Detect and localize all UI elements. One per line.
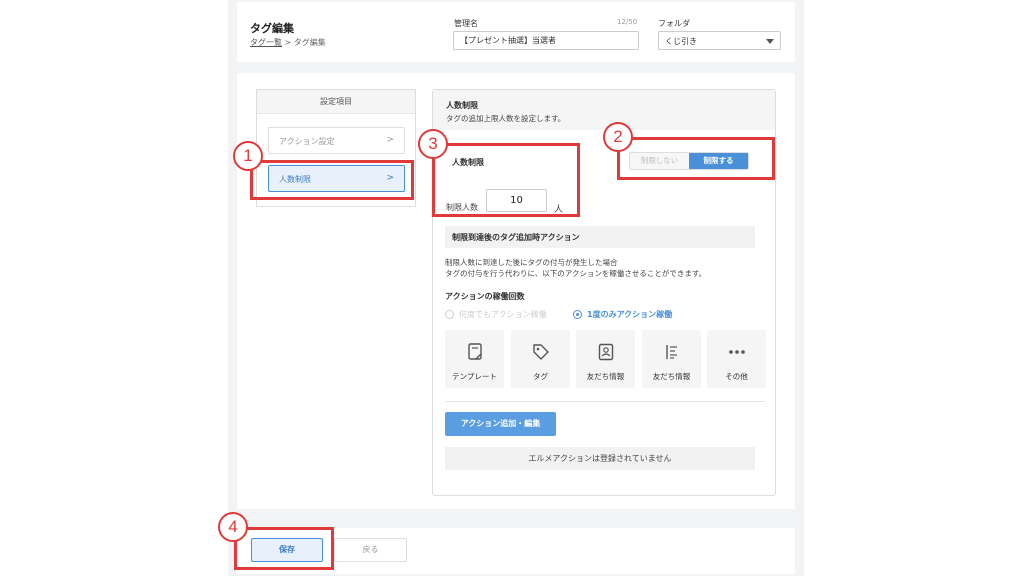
tile-label: 友だち情報 <box>652 372 691 381</box>
callout-number-3: 3 <box>418 129 448 159</box>
radio-label: 何度でもアクション稼働 <box>459 310 547 319</box>
header-card: タグ編集 タグ一覧 > タグ編集 管理名 12/50 【プレゼント抽選】当選者 … <box>237 2 795 62</box>
folder-select[interactable]: くじ引き <box>658 31 781 50</box>
tile-label: タグ <box>533 372 548 381</box>
action-tile-friend-info-sort[interactable]: 友だち情報 <box>642 330 701 388</box>
content-subtitle: タグの追加上限人数を設定します。 <box>446 114 566 123</box>
callout-number-4: 4 <box>218 512 248 542</box>
content-title: 人数制限 <box>446 101 478 110</box>
empty-actions-message: エルメアクションは登録されていません <box>445 447 755 470</box>
action-tile-template[interactable]: テンプレート <box>445 330 504 388</box>
description-line: タグの付与を行う代わりに、以下のアクションを稼働させることができます。 <box>445 269 707 278</box>
name-char-count: 12/50 <box>617 18 638 26</box>
radio-run-once[interactable]: 1度のみアクション稼働 <box>573 309 672 320</box>
folder-field-label: フォルダ <box>658 19 690 28</box>
divider <box>445 401 765 402</box>
radio-label: 1度のみアクション稼働 <box>587 310 673 319</box>
action-tile-tag[interactable]: タグ <box>511 330 570 388</box>
description-line: 制限人数に到達した後にタグの付与が発生した場合 <box>445 258 618 267</box>
breadcrumb: タグ一覧 > タグ編集 <box>250 37 326 48</box>
callout-box-3 <box>432 143 580 217</box>
callout-box-2 <box>617 137 775 180</box>
action-tile-other[interactable]: その他 <box>707 330 766 388</box>
page-title: タグ編集 <box>250 22 294 35</box>
more-dots-icon <box>707 343 766 361</box>
tile-label: その他 <box>725 372 748 381</box>
back-button[interactable]: 戻る <box>334 538 407 562</box>
radio-selected-icon <box>573 310 582 319</box>
action-tile-friend-info[interactable]: 友だち情報 <box>576 330 635 388</box>
radio-circle-icon <box>445 310 454 319</box>
contact-card-icon <box>576 343 635 361</box>
run-count-title: アクションの稼働回数 <box>445 292 525 301</box>
callout-box-1 <box>250 160 414 200</box>
tag-icon <box>511 343 570 361</box>
add-edit-action-button[interactable]: アクション追加・編集 <box>445 412 556 436</box>
callout-box-4 <box>234 527 334 570</box>
breadcrumb-current: タグ編集 <box>293 38 326 47</box>
breadcrumb-separator: > <box>284 38 292 47</box>
radio-run-any-times[interactable]: 何度でもアクション稼働 <box>445 309 547 320</box>
callout-number-2: 2 <box>603 122 633 152</box>
tile-label: 友だち情報 <box>586 372 625 381</box>
section-title: 制限到達後のタグ追加時アクション <box>445 226 755 248</box>
list-sort-icon <box>642 343 701 361</box>
tile-label: テンプレート <box>452 372 497 381</box>
folder-selected-value: くじ引き <box>665 37 697 46</box>
settings-heading: 設定項目 <box>257 90 415 114</box>
template-icon <box>445 343 504 361</box>
sidebar-item-label: アクション設定 <box>279 137 335 146</box>
sidebar-item-action-settings[interactable]: アクション設定 > <box>268 127 405 154</box>
name-input[interactable]: 【プレゼント抽選】当選者 <box>453 31 639 50</box>
callout-number-1: 1 <box>233 141 263 171</box>
chevron-down-icon <box>766 39 774 44</box>
breadcrumb-tag-list-link[interactable]: タグ一覧 <box>250 38 282 47</box>
chevron-right-icon: > <box>386 135 394 145</box>
name-field-label: 管理名 <box>454 19 478 28</box>
content-header: 人数制限 タグの追加上限人数を設定します。 <box>433 90 775 130</box>
